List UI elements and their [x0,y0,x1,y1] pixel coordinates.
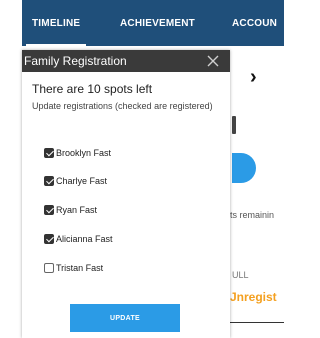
spots-remaining-text: ts remainin [230,210,275,220]
registrant-name: Tristan Fast [56,263,104,273]
registrant-checkbox[interactable] [44,148,54,158]
divider [222,322,284,323]
chevron-right-icon[interactable]: › [250,66,257,89]
modal-title: Family Registration [24,54,127,68]
registrant-row[interactable]: Charlye Fast [44,174,107,188]
update-button[interactable]: UPDATE [70,304,180,332]
update-button-label: UPDATE [109,314,141,322]
top-tab-bar: TIMELINE ACHIEVEMENT ACCOUN [22,0,284,46]
registrant-row[interactable]: Brooklyn Fast [44,146,111,160]
registrant-row[interactable]: Tristan Fast [44,261,103,275]
registrant-name: Ryan Fast [56,205,98,215]
unregistered-status: Jnregist [230,290,277,304]
registrant-checkbox[interactable] [44,263,54,273]
background-bar [232,116,236,134]
tab-achievement[interactable]: ACHIEVEMENT [120,18,195,29]
family-registration-modal: Family Registration There are 10 spots l… [22,50,230,338]
registrant-name: Charlye Fast [56,176,108,186]
registrant-name: Brooklyn Fast [56,148,112,158]
spots-left-text: There are 10 spots left [32,82,153,96]
registrant-row[interactable]: Ryan Fast [44,203,97,217]
registrant-name: Alicianna Fast [56,234,113,244]
close-icon[interactable] [202,50,224,72]
registrant-checkbox[interactable] [44,176,54,186]
status-label: ULL [232,270,249,280]
modal-header: Family Registration [22,50,230,72]
tab-account[interactable]: ACCOUN [232,18,277,29]
registrant-row[interactable]: Alicianna Fast [44,232,113,246]
registrant-checkbox[interactable] [44,205,54,215]
registrant-checkbox[interactable] [44,234,54,244]
tab-timeline[interactable]: TIMELINE [32,18,80,29]
instructions-text: Update registrations (checked are regist… [32,101,213,111]
